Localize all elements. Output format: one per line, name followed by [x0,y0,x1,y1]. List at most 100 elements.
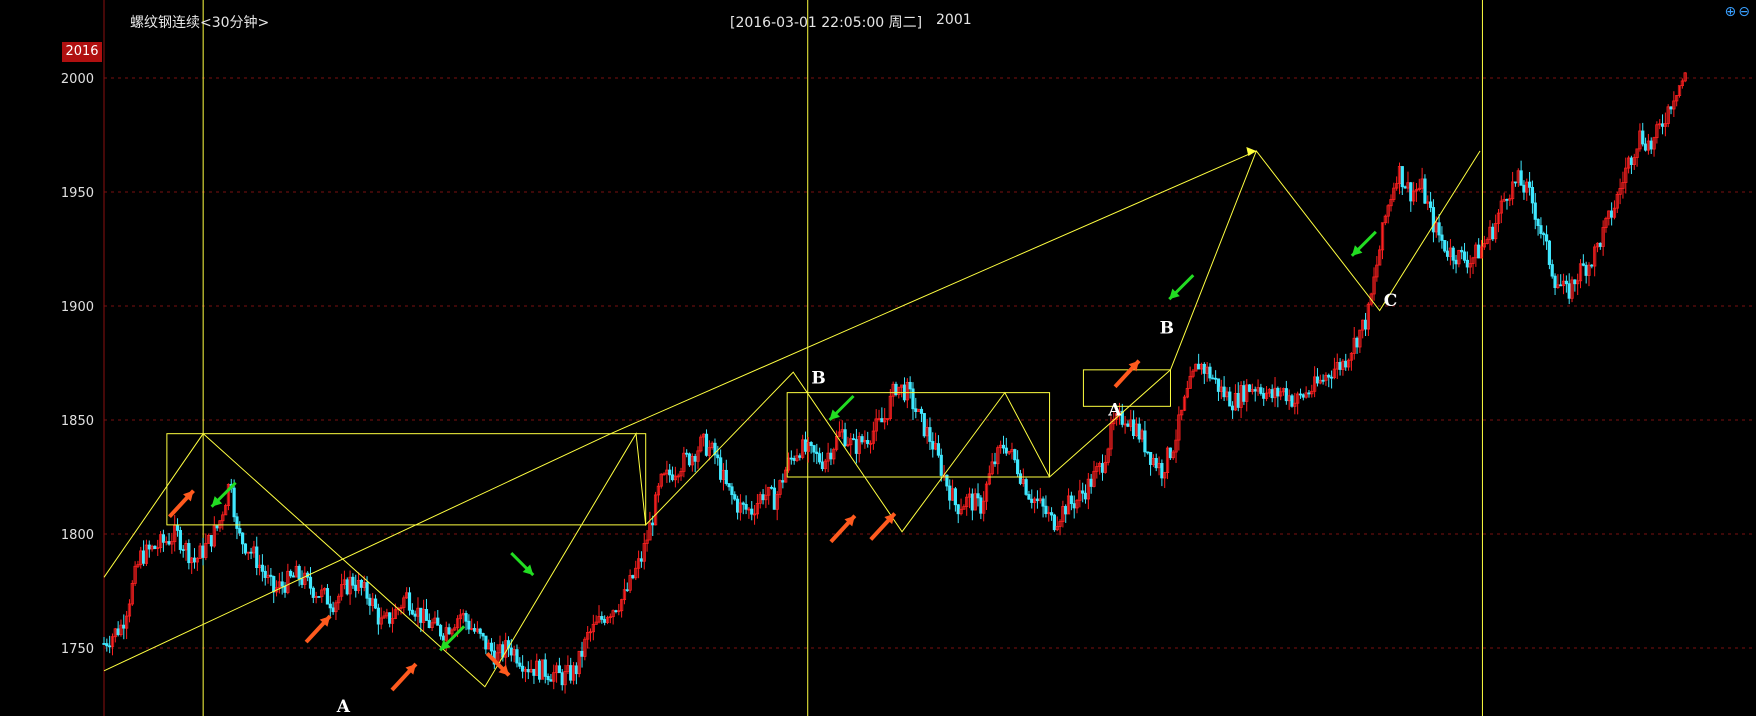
candle-body [809,442,813,446]
candle-body [829,452,833,460]
candle-body [818,453,822,463]
consolidation-box [166,433,647,526]
candle-body [122,624,126,629]
candle-body [532,668,536,676]
candle-body [1146,451,1150,454]
candle-body [815,451,819,454]
y-tick-label: 1750 [61,642,94,657]
price-chart[interactable]: 1750 1800 1850 1900 1950 2000 A B A B C [0,0,1756,716]
candle-body [1581,263,1585,266]
candle-body [325,588,330,605]
candle-body [1072,503,1076,509]
wave-label: B [811,369,825,389]
candle-body [704,433,709,456]
candle-body [1465,259,1469,268]
candle-body [311,587,315,598]
candle-body [798,455,802,458]
candle-body [860,436,864,443]
candle-body [478,628,482,634]
candle-body [1211,377,1215,380]
wave-label: C [1384,291,1398,311]
zoom-in-icon[interactable]: ⊕ [1725,4,1737,20]
candle-body [260,564,265,572]
candle-body [1231,405,1235,411]
candle-body [1584,264,1588,276]
candle-body [489,642,494,652]
candle-body [1069,495,1073,505]
candle-body [424,608,429,621]
candle-body [651,522,655,526]
candle-body [803,439,808,452]
candle-body [668,469,672,476]
candle-body [1567,283,1571,299]
candle-body [549,679,553,682]
candle-body [1049,512,1054,516]
candle-body [580,650,584,657]
candle-body [1519,170,1523,186]
candle-body [167,541,171,545]
candle-body [1004,447,1008,454]
candle-body [147,544,151,550]
candle-body [931,441,935,450]
zoom-controls[interactable]: ⊕ ⊖ [1723,4,1750,20]
candle-body [153,545,157,550]
candle-body [1363,319,1368,330]
candle-body [936,443,941,456]
candle-body [1208,366,1212,379]
candle-body [283,585,287,593]
candle-body [181,549,185,551]
candle-body [407,592,412,611]
cursor-datetime: [2016-03-01 22:05:00 周二] [730,15,923,31]
candle-body [178,530,182,550]
candle-body [1202,363,1206,374]
candle-body [1064,506,1068,515]
candle-body [441,635,446,641]
candle-body [538,660,542,680]
candle-body [1307,392,1311,395]
candle-body [1100,463,1105,473]
candle-body [716,454,720,459]
candle-body [769,486,774,489]
candle-body [1590,264,1594,267]
candle-body [1553,275,1557,288]
candle-body [1437,222,1441,236]
candle-body [1276,387,1280,397]
candle-body [438,624,443,637]
candle-body [979,497,983,514]
candle-body [291,575,296,578]
trend-line [103,149,1481,688]
candle-body [1081,490,1085,494]
candle-body [427,620,431,628]
candle-body [953,488,958,506]
candle-body [1550,264,1554,277]
candle-body [161,534,165,543]
candle-body [1089,478,1093,487]
candle-body [368,597,372,606]
candle-body [744,503,748,510]
candle-body [733,494,737,500]
candle-body [328,603,332,609]
candle-body [1629,157,1634,165]
candle-body [631,575,635,579]
zoom-out-icon[interactable]: ⊖ [1738,4,1750,20]
candle-body [509,647,513,656]
candle-body [727,483,731,488]
candle-body [625,589,629,592]
candle-body [413,613,417,617]
candle-body [515,649,519,664]
candle-body [670,474,675,481]
candle-body [730,486,734,496]
candle-body [1544,234,1549,242]
candle-body [243,543,248,554]
candle-body [1547,240,1551,265]
candle-body [1338,362,1342,370]
candle-body [1431,207,1436,233]
candle-body [719,457,723,480]
candle-body [1423,178,1427,204]
candle-body [736,498,740,513]
candle-body [1451,247,1455,261]
candle-body [560,672,564,686]
candle-body [1222,386,1226,398]
candle-body [843,429,847,447]
candle-body [235,516,239,529]
